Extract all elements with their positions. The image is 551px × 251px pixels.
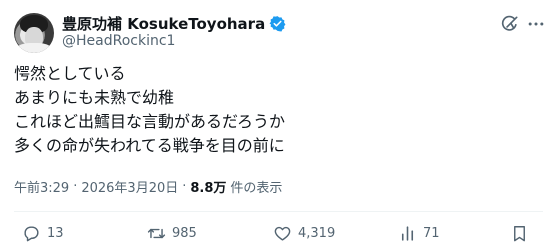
- reply-icon: [24, 225, 39, 241]
- like-button[interactable]: 4,319: [273, 220, 335, 246]
- tweet-text: 愕然としている あまりにも未熟で幼稚 これほど出鱈目な言動があるだろうか 多くの…: [14, 62, 544, 158]
- retweet-icon: [147, 228, 166, 238]
- reply-count: 13: [47, 225, 64, 241]
- bookmark-icon: [514, 225, 525, 241]
- tweet-date[interactable]: 2026年3月20日: [81, 177, 178, 196]
- author-handle[interactable]: @HeadRockinc1: [62, 33, 175, 49]
- tweet-line: 愕然としている: [14, 64, 126, 83]
- views-count: 8.8万: [190, 181, 227, 196]
- views-label: 件の表示: [230, 181, 283, 196]
- bookmark-button[interactable]: [510, 220, 529, 246]
- display-name[interactable]: 豊原功補 KosukeToyohara: [62, 13, 265, 34]
- tweet-time[interactable]: 午前3:29: [14, 177, 69, 196]
- retweet-count: 985: [172, 225, 197, 241]
- divider: [14, 211, 543, 212]
- meta-separator: ·: [73, 179, 78, 194]
- meta-separator: ·: [182, 179, 187, 194]
- like-count: 4,319: [298, 225, 336, 241]
- grok-icon[interactable]: [500, 14, 520, 34]
- avatar[interactable]: [14, 13, 54, 53]
- tweet-line: これほど出鱈目な言動があるだろうか: [14, 112, 286, 131]
- heart-icon: [274, 226, 291, 241]
- action-bar: 13 985 4,319 71: [0, 220, 551, 246]
- tweet-line: 多くの命が失われてる戦争を目の前に: [14, 136, 285, 155]
- verified-badge-icon: [269, 15, 286, 32]
- tweet-line: あまりにも未熟で幼稚: [14, 88, 175, 107]
- more-options-icon[interactable]: [526, 14, 546, 34]
- avatar-shirt: [16, 43, 52, 53]
- views-button[interactable]: 71: [398, 220, 440, 246]
- tweet-meta: 午前3:29 · 2026年3月20日 · 8.8万 件の表示: [14, 177, 282, 196]
- retweet-button[interactable]: 985: [147, 220, 197, 246]
- author-name-row: 豊原功補 KosukeToyohara: [62, 12, 286, 34]
- bar-chart-icon: [401, 225, 414, 241]
- reply-button[interactable]: 13: [22, 220, 64, 246]
- views-action-count: 71: [423, 225, 440, 241]
